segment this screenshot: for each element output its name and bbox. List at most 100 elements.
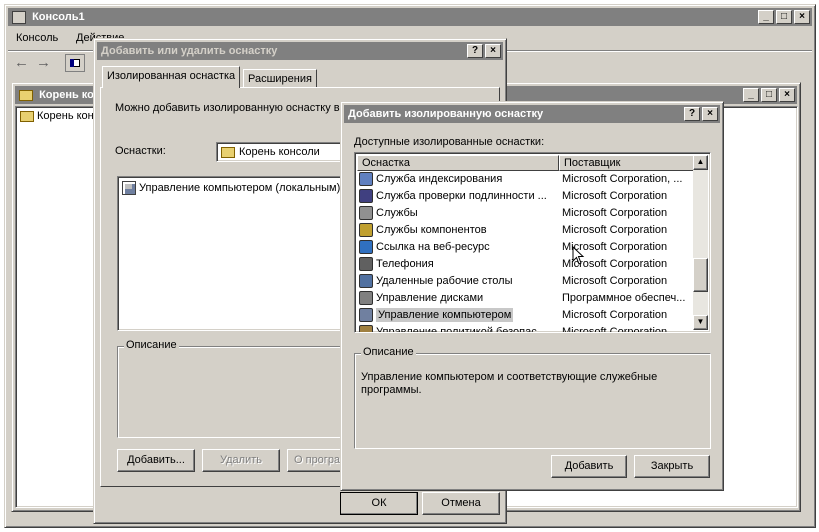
add-standalone-dialog: Добавить изолированную оснастку ? × Дост… bbox=[340, 101, 724, 491]
table-row[interactable]: Управление компьютером Microsoft Corporat… bbox=[359, 307, 695, 324]
scroll-up-button[interactable]: ▲ bbox=[693, 155, 708, 170]
description-text: Управление компьютером и соответствующие… bbox=[361, 371, 658, 396]
available-label: Доступные изолированные оснастки: bbox=[354, 136, 545, 148]
tree-pane: Корень консоли bbox=[15, 106, 118, 508]
vendor-cell: Microsoft Corporation bbox=[562, 326, 668, 332]
scroll-down-button[interactable]: ▼ bbox=[693, 315, 708, 330]
close-button[interactable]: × bbox=[702, 107, 718, 121]
list-item-label: Управление компьютером (локальным) bbox=[139, 181, 341, 194]
add-standalone-titlebar[interactable]: Добавить изолированную оснастку ? × bbox=[344, 105, 720, 123]
snapin-name-label: Управление политикой безопас... bbox=[376, 326, 546, 332]
snapin-name-cell: Служба проверки подлинности ... bbox=[359, 188, 555, 205]
folder-icon bbox=[20, 110, 34, 122]
disk-icon bbox=[359, 291, 373, 306]
folder-icon bbox=[19, 89, 33, 101]
add-remove-title: Добавить или удалить оснастку bbox=[101, 45, 278, 57]
snapin-name-cell: Ссылка на веб-ресурс bbox=[359, 239, 555, 256]
close-button[interactable]: × bbox=[485, 44, 501, 58]
help-button[interactable]: ? bbox=[467, 44, 483, 58]
auth-icon bbox=[359, 189, 373, 204]
column-header-snapin-label: Оснастка bbox=[362, 157, 410, 169]
description-group: Описание Управление компьютером и соотве… bbox=[354, 346, 711, 449]
snapin-name-cell: Телефония bbox=[359, 256, 555, 273]
folder-icon bbox=[221, 147, 235, 158]
snapin-name-label: Службы компонентов bbox=[376, 224, 487, 236]
add-button[interactable]: Добавить... bbox=[117, 449, 195, 472]
tab-extensions-label: Расширения bbox=[248, 73, 312, 85]
weblink-icon bbox=[359, 240, 373, 255]
components-icon bbox=[359, 223, 373, 238]
snapin-name-label: Службы bbox=[376, 207, 418, 219]
telephony-icon bbox=[359, 257, 373, 272]
add-remove-titlebar[interactable]: Добавить или удалить оснастку ? × bbox=[97, 42, 503, 60]
add-standalone-title: Добавить изолированную оснастку bbox=[348, 108, 544, 120]
snapin-name-cell: Служба индексирования bbox=[359, 171, 555, 188]
remote-desktop-icon bbox=[359, 274, 373, 289]
tab-standalone[interactable]: Изолированная оснастка bbox=[102, 66, 241, 88]
column-header-vendor-label: Поставщик bbox=[564, 157, 621, 169]
snapin-name-cell: Удаленные рабочие столы bbox=[359, 273, 555, 290]
table-row[interactable]: Службы Microsoft Corporation bbox=[359, 205, 695, 222]
computer-icon bbox=[122, 181, 136, 195]
table-row[interactable]: Служба проверки подлинности ... Microsoft… bbox=[359, 188, 695, 205]
vendor-cell: Microsoft Corporation, ... bbox=[562, 173, 683, 185]
table-row[interactable]: Управление политикой безопас... Microsoft… bbox=[359, 324, 695, 332]
snapins-value: Корень консоли bbox=[239, 146, 320, 158]
forward-arrow-icon[interactable]: → bbox=[36, 54, 51, 71]
snapin-name-label: Служба индексирования bbox=[376, 173, 503, 185]
table-row[interactable]: Службы компонентов Microsoft Corporation bbox=[359, 222, 695, 239]
scroll-thumb[interactable] bbox=[693, 258, 708, 292]
remove-button-label: Удалить bbox=[220, 454, 262, 466]
table-row[interactable]: Управление дисками Программное обеспеч... bbox=[359, 290, 695, 307]
close-dialog-button-label: Закрыть bbox=[650, 460, 694, 472]
vendor-cell: Microsoft Corporation bbox=[562, 207, 668, 219]
vendor-cell: Microsoft Corporation bbox=[562, 275, 668, 287]
column-header-snapin[interactable]: Оснастка bbox=[357, 155, 559, 171]
console-titlebar[interactable]: Консоль1 _ □ × bbox=[8, 8, 812, 26]
snapin-table[interactable]: Оснастка Поставщик Служба индексирования… bbox=[354, 152, 711, 333]
table-row[interactable]: Удаленные рабочие столы Microsoft Corpora… bbox=[359, 273, 695, 290]
table-row[interactable]: Телефония Microsoft Corporation bbox=[359, 256, 695, 273]
table-row[interactable]: Служба индексирования Microsoft Corporati… bbox=[359, 171, 695, 188]
snapin-name-cell: Управление политикой безопас... bbox=[359, 324, 555, 332]
vertical-scrollbar[interactable]: ▲ ▼ bbox=[693, 155, 708, 330]
snapin-name-label: Управление компьютером bbox=[376, 308, 514, 322]
remove-button[interactable]: Удалить bbox=[202, 449, 280, 472]
child-minimize-button[interactable]: _ bbox=[743, 88, 759, 102]
add-button-label: Добавить bbox=[564, 460, 614, 472]
child-maximize-button[interactable]: □ bbox=[761, 88, 777, 102]
console-app-icon bbox=[12, 10, 26, 24]
policy-icon bbox=[359, 325, 373, 332]
snapin-name-label: Управление дисками bbox=[376, 292, 484, 304]
help-button[interactable]: ? bbox=[684, 107, 700, 121]
snapin-name-label: Ссылка на веб-ресурс bbox=[376, 241, 490, 253]
table-row[interactable]: Ссылка на веб-ресурс Microsoft Corporatio… bbox=[359, 239, 695, 256]
ok-button-label: ОК bbox=[371, 497, 387, 509]
close-dialog-button[interactable]: Закрыть bbox=[634, 455, 710, 478]
vendor-cell: Microsoft Corporation bbox=[562, 190, 668, 202]
vendor-cell: Microsoft Corporation bbox=[562, 224, 668, 236]
ok-button[interactable]: ОК bbox=[340, 492, 418, 515]
child-close-button[interactable]: × bbox=[779, 88, 795, 102]
tab-extensions[interactable]: Расширения bbox=[243, 69, 317, 88]
computer-icon bbox=[359, 308, 373, 323]
show-hide-tree-icon[interactable] bbox=[65, 54, 85, 72]
cancel-button-label: Отмена bbox=[441, 497, 481, 509]
menu-console[interactable]: Консоль bbox=[16, 32, 58, 44]
cancel-button[interactable]: Отмена bbox=[422, 492, 500, 515]
services-icon bbox=[359, 206, 373, 221]
back-arrow-icon[interactable]: ← bbox=[14, 54, 29, 71]
list-item[interactable]: Управление компьютером (локальным) bbox=[122, 181, 340, 195]
snapins-label: Оснастки: bbox=[115, 145, 166, 157]
snapin-name-cell: Службы bbox=[359, 205, 555, 222]
vendor-cell: Microsoft Corporation bbox=[562, 309, 668, 321]
close-button[interactable]: × bbox=[794, 10, 810, 24]
minimize-button[interactable]: _ bbox=[758, 10, 774, 24]
column-header-vendor[interactable]: Поставщик bbox=[559, 155, 695, 171]
mouse-cursor-icon bbox=[572, 246, 585, 265]
snapin-name-label: Телефония bbox=[376, 258, 434, 270]
add-button[interactable]: Добавить bbox=[551, 455, 627, 478]
tab-standalone-label: Изолированная оснастка bbox=[107, 70, 236, 82]
maximize-button[interactable]: □ bbox=[776, 10, 792, 24]
indexing-icon bbox=[359, 172, 373, 187]
